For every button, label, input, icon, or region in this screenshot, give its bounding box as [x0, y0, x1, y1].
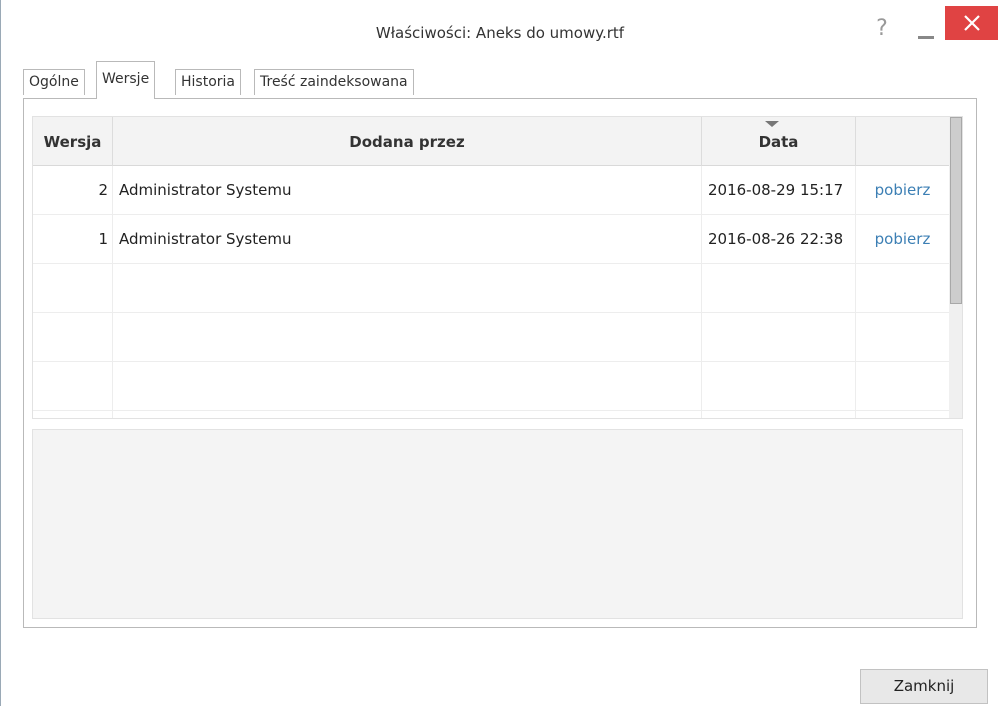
cell-added-by: Administrator Systemu	[113, 215, 702, 263]
download-link[interactable]: pobierz	[875, 181, 931, 199]
cell-action: pobierz	[856, 215, 949, 263]
cell-added-by: Administrator Systemu	[113, 166, 702, 214]
tab-indexed-content[interactable]: Treść zaindeksowana	[254, 69, 414, 95]
cell-version: 2	[33, 166, 113, 214]
sort-descending-icon	[765, 121, 779, 127]
minimize-icon[interactable]	[915, 18, 937, 42]
table-scrollbar[interactable]	[949, 117, 962, 418]
details-panel	[32, 429, 963, 619]
column-header-date[interactable]: Data	[702, 117, 856, 166]
close-button[interactable]: Zamknij	[860, 669, 988, 704]
empty-row	[33, 313, 949, 362]
cell-action: pobierz	[856, 166, 949, 214]
cell-date: 2016-08-26 22:38	[702, 215, 856, 263]
scrollbar-thumb[interactable]	[950, 117, 962, 304]
versions-table: Wersja Dodana przez Data 2 Administrator…	[32, 116, 963, 419]
help-icon[interactable]: ?	[872, 16, 892, 42]
window-title: Właściwości: Aneks do umowy.rtf	[375, 24, 625, 42]
table-header: Wersja Dodana przez Data	[33, 117, 949, 166]
empty-row	[33, 411, 949, 418]
cell-version: 1	[33, 215, 113, 263]
empty-row	[33, 362, 949, 411]
column-header-added-by[interactable]: Dodana przez	[113, 117, 702, 166]
column-header-version[interactable]: Wersja	[33, 117, 113, 166]
tab-versions[interactable]: Wersje	[96, 61, 156, 99]
close-icon[interactable]	[945, 6, 998, 40]
properties-dialog: Właściwości: Aneks do umowy.rtf ? Ogólne…	[0, 0, 998, 706]
tab-history[interactable]: Historia	[175, 69, 241, 95]
cell-date: 2016-08-29 15:17	[702, 166, 856, 214]
table-row[interactable]: 1 Administrator Systemu 2016-08-26 22:38…	[33, 215, 949, 264]
table-row[interactable]: 2 Administrator Systemu 2016-08-29 15:17…	[33, 166, 949, 215]
empty-row	[33, 264, 949, 313]
column-header-action	[856, 117, 949, 166]
download-link[interactable]: pobierz	[875, 230, 931, 248]
tab-general[interactable]: Ogólne	[23, 69, 85, 95]
title-bar: Właściwości: Aneks do umowy.rtf ?	[1, 0, 998, 62]
column-header-date-label: Data	[758, 133, 799, 151]
